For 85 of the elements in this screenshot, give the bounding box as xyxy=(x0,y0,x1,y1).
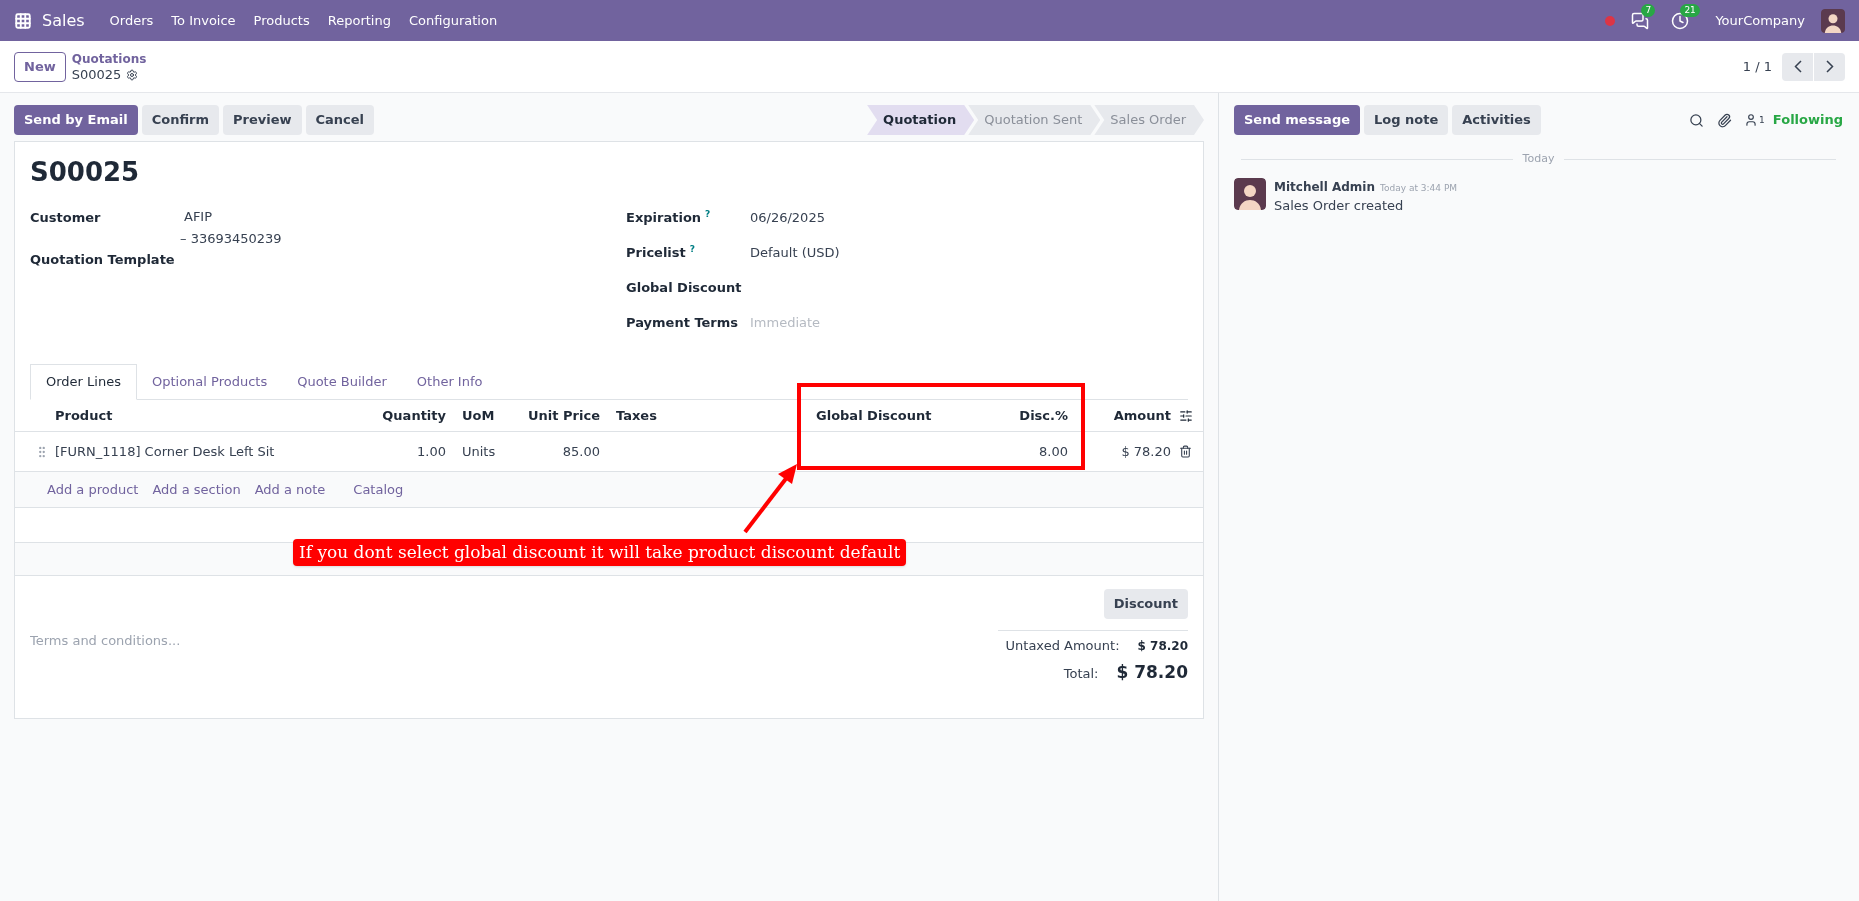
field-value[interactable]: Default (USD) xyxy=(750,243,840,263)
chevron-right-icon xyxy=(1825,60,1834,73)
message-body: Sales Order created xyxy=(1274,196,1405,215)
menu-item[interactable]: Products xyxy=(244,10,319,31)
column-header[interactable]: Unit Price xyxy=(521,405,608,426)
discount-button[interactable]: Discount xyxy=(1103,589,1188,619)
followers-icon[interactable] xyxy=(1744,113,1759,127)
action-button[interactable]: Confirm xyxy=(141,105,219,135)
company-name[interactable]: YourCompany xyxy=(1715,10,1805,31)
column-header[interactable]: Product xyxy=(47,405,377,426)
apps-menu-icon[interactable] xyxy=(14,11,32,30)
callout-note: If you dont select global discount it will take product discount default xyxy=(293,539,907,566)
menu-item[interactable]: Orders xyxy=(100,10,163,31)
add-line-link[interactable]: Catalog xyxy=(353,479,404,500)
table-cell: 85.00 xyxy=(562,443,600,459)
add-line-link[interactable]: Add a section xyxy=(152,479,241,500)
column-header[interactable]: Taxes xyxy=(608,405,808,426)
field-label: Global Discount xyxy=(626,279,742,297)
record-name: S00025 xyxy=(71,66,122,83)
chatter-button[interactable]: Activities xyxy=(1452,105,1541,135)
next-button[interactable] xyxy=(1814,52,1845,81)
table-cell: 1.00 xyxy=(417,443,446,459)
menu-item[interactable]: Configuration xyxy=(399,10,507,31)
chatter-button[interactable]: Send message xyxy=(1234,105,1360,135)
app-name[interactable]: Sales xyxy=(42,8,85,33)
chat-icon[interactable] xyxy=(1631,11,1650,30)
help-mark[interactable]: ? xyxy=(689,243,696,255)
action-button[interactable]: Cancel xyxy=(305,105,375,135)
pager-value: 1 / 1 xyxy=(1742,57,1772,76)
form-tab[interactable]: Order Lines xyxy=(30,364,137,400)
column-header[interactable]: Global Discount xyxy=(808,405,961,426)
input-field[interactable]: Immediate xyxy=(750,313,950,333)
column-header[interactable]: Quantity xyxy=(377,405,454,426)
message-count-badge: 7 xyxy=(1641,3,1656,17)
record-title: S00025 xyxy=(30,156,141,189)
total-label: Untaxed Amount: xyxy=(1005,637,1120,655)
previous-button[interactable] xyxy=(1782,52,1813,81)
action-button[interactable]: Send by Email xyxy=(14,105,138,135)
date-divider: Today xyxy=(1521,151,1556,167)
chevron-left-icon xyxy=(1793,60,1802,73)
table-cell: [FURN_1118] Corner Desk Left Sit xyxy=(55,443,275,459)
form-tab[interactable]: Quote Builder xyxy=(282,364,402,400)
column-settings-icon[interactable] xyxy=(1179,408,1193,423)
customer-value: – 33693450239 xyxy=(180,230,282,248)
add-line-link[interactable]: Add a note xyxy=(254,479,326,500)
add-line-link[interactable]: Add a product xyxy=(47,479,139,500)
paperclip-icon[interactable] xyxy=(1717,112,1733,128)
table-cell: $ 78.20 xyxy=(1121,443,1171,459)
follower-count: 1 xyxy=(1759,115,1765,126)
table-cell: Units xyxy=(462,443,496,459)
delete-icon[interactable] xyxy=(1179,445,1192,458)
column-header[interactable]: Disc.% xyxy=(961,405,1076,426)
clock-icon[interactable] xyxy=(1671,11,1690,30)
total-value: $ 78.20 xyxy=(1137,638,1188,655)
search-icon[interactable] xyxy=(1689,112,1705,128)
menu-item[interactable]: To Invoice xyxy=(162,10,245,31)
settings-icon[interactable] xyxy=(126,68,139,81)
terms-input-field[interactable]: Terms and conditions... xyxy=(30,631,430,651)
avatar-icon xyxy=(1821,8,1845,33)
form-tab[interactable]: Optional Products xyxy=(136,364,283,400)
column-header[interactable]: Amount xyxy=(1076,405,1179,426)
total-value: $ 78.20 xyxy=(1116,661,1188,684)
field-label: Expiration xyxy=(626,209,702,227)
field-label: Payment Terms xyxy=(626,314,739,332)
form-tab[interactable]: Other Info xyxy=(401,364,498,400)
chatter-button[interactable]: Log note xyxy=(1364,105,1449,135)
column-header[interactable]: UoM xyxy=(454,405,521,426)
action-button[interactable]: Preview xyxy=(223,105,302,135)
message-time: Today at 3:44 PM xyxy=(1380,181,1458,195)
activity-count-badge: 21 xyxy=(1680,3,1700,17)
status-step[interactable]: Quotation xyxy=(867,105,975,135)
total-label: Total: xyxy=(1063,665,1099,683)
following-button[interactable]: Following xyxy=(1772,110,1843,130)
new-button[interactable]: New xyxy=(14,51,66,82)
table-cell: 8.00 xyxy=(1039,443,1068,459)
message-author[interactable]: Mitchell Admin xyxy=(1274,177,1376,196)
customer-value: AFIP xyxy=(183,208,214,226)
field-value[interactable]: 06/26/2025 xyxy=(750,208,825,228)
menu-item[interactable]: Reporting xyxy=(318,10,400,31)
breadcrumb-link[interactable]: Quotations xyxy=(71,50,147,67)
help-mark[interactable]: ? xyxy=(705,208,711,220)
field-label: Pricelist xyxy=(626,244,686,262)
field-label: Quotation Template xyxy=(30,251,176,269)
field-label: Customer xyxy=(30,209,102,227)
avatar-icon xyxy=(1234,177,1266,210)
